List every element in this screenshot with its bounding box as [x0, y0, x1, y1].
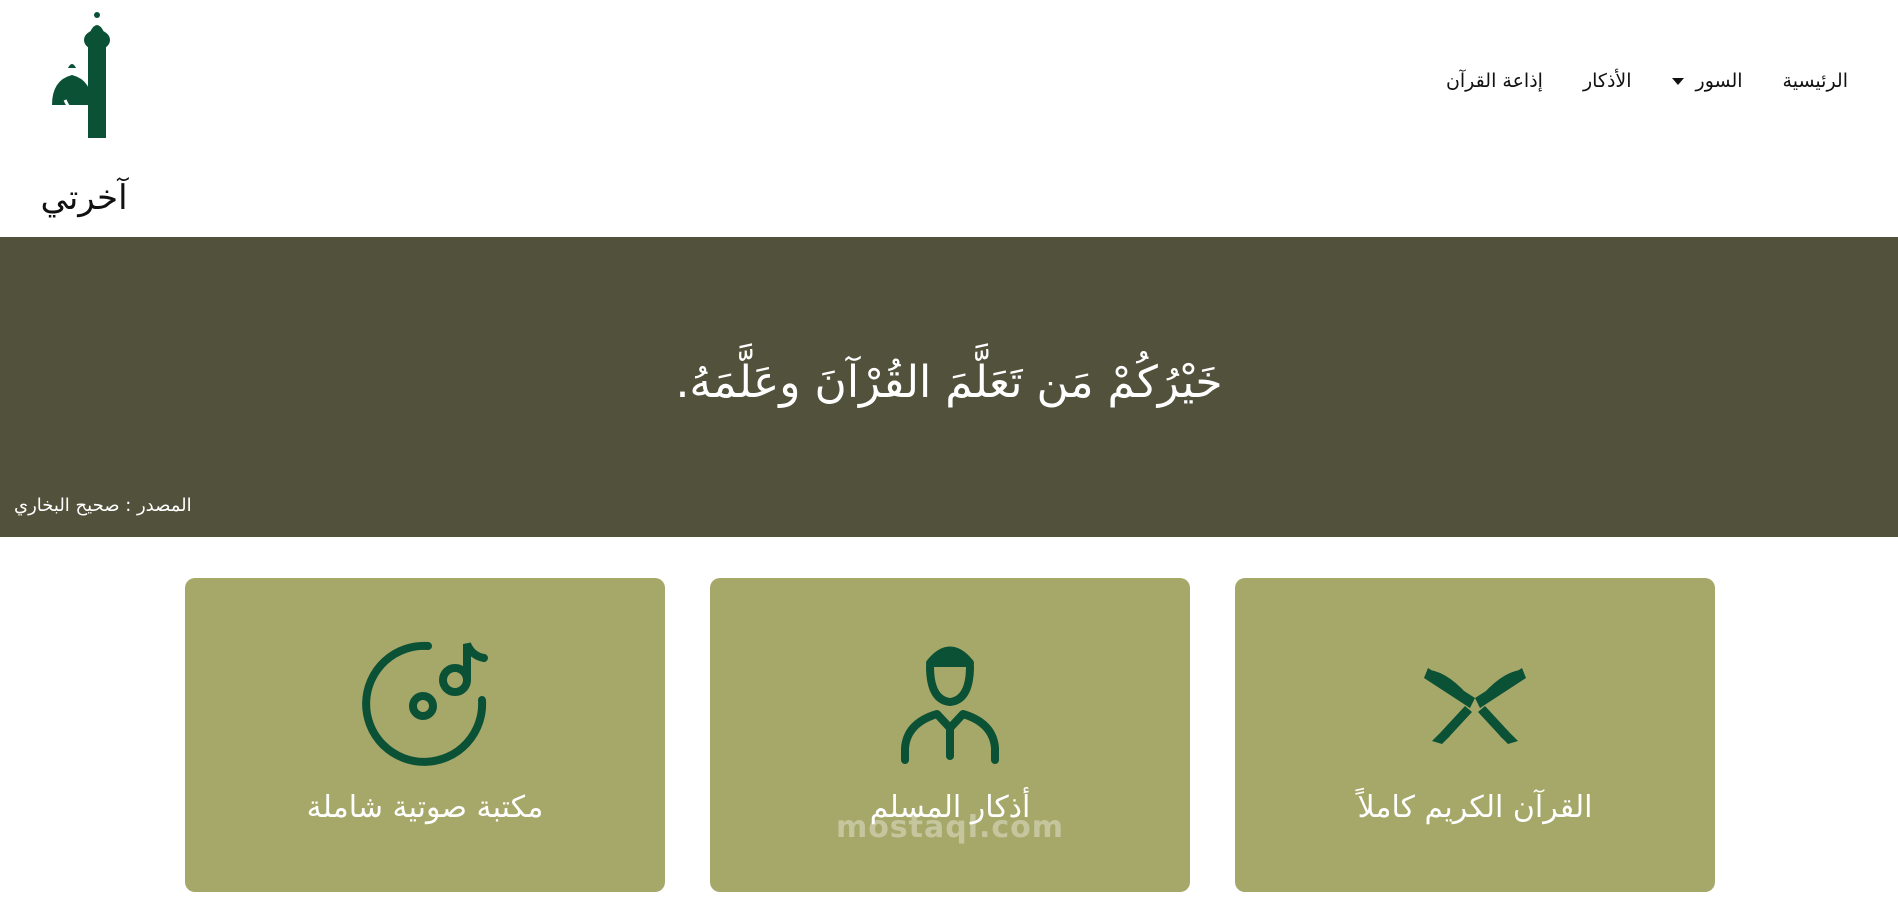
brand-name: آخرتي — [40, 178, 128, 218]
hero-banner: خَيْرُكُمْ مَن تَعَلَّمَ القُرْآنَ وعَلَ… — [0, 237, 1898, 537]
site-header: آخرتي إذاعة القرآن الأذكار السور الرئيسي… — [0, 0, 1898, 237]
card-title: القرآن الكريم كاملاً — [1357, 790, 1593, 825]
main-nav: إذاعة القرآن الأذكار السور الرئيسية — [1446, 70, 1848, 92]
music-disc-icon — [362, 641, 488, 766]
hero-source: المصدر : صحيح البخاري — [14, 495, 192, 516]
nav-item-label: الرئيسية — [1782, 70, 1848, 92]
muslim-person-icon — [901, 646, 999, 764]
hero-quote: خَيْرُكُمْ مَن تَعَلَّمَ القُرْآنَ وعَلَ… — [675, 357, 1223, 408]
quran-book-icon — [1424, 668, 1526, 744]
nav-item-quran-radio[interactable]: إذاعة القرآن — [1446, 70, 1543, 92]
nav-item-home[interactable]: الرئيسية — [1783, 70, 1848, 92]
nav-item-label: إذاعة القرآن — [1445, 70, 1543, 92]
card-full-quran[interactable]: القرآن الكريم كاملاً — [1235, 578, 1715, 892]
card-title: مكتبة صوتية شاملة — [306, 790, 544, 825]
nav-item-surahs-dropdown[interactable]: السور — [1671, 70, 1743, 92]
site-logo[interactable]: آخرتي — [10, 10, 140, 220]
nav-item-adhkar[interactable]: الأذكار — [1583, 70, 1632, 92]
caret-down-icon — [1671, 77, 1684, 85]
card-audio-library[interactable]: مكتبة صوتية شاملة — [185, 578, 665, 892]
nav-item-label: السور — [1695, 70, 1743, 92]
mosque-logo-icon — [22, 12, 135, 156]
watermark: mostaql.com — [835, 810, 1065, 845]
nav-item-label: الأذكار — [1582, 70, 1632, 92]
